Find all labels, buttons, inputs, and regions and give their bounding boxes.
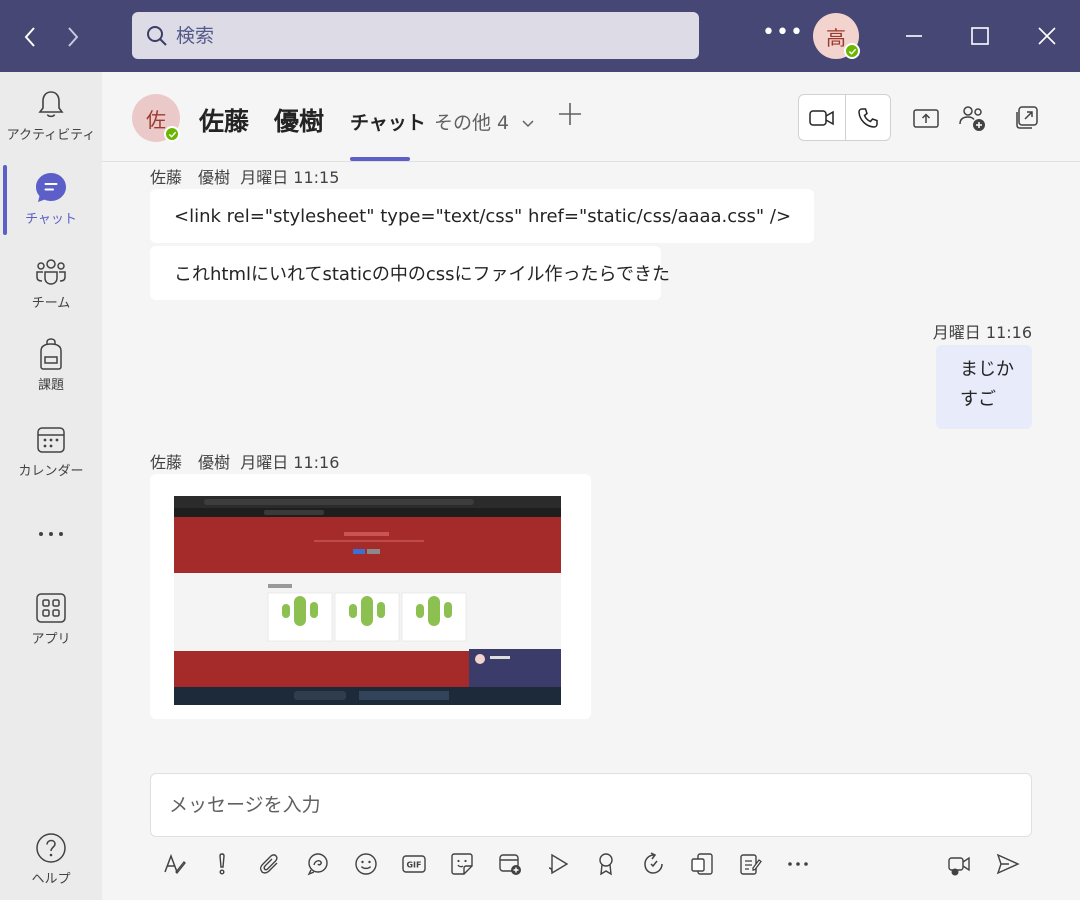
rail-item-help[interactable]: ヘルプ — [0, 830, 102, 887]
chat-header: 佐 佐藤 優樹 チャット その他 4 — [102, 72, 1080, 162]
rail-label-activity: アクティビティ — [6, 128, 96, 143]
title-bar: ••• 高 — [0, 0, 1080, 72]
loop-component-icon[interactable] — [302, 849, 334, 879]
message-sender-line: 佐藤 優樹 月曜日 11:16 — [150, 449, 339, 473]
rail-label-calendar: カレンダー — [18, 464, 84, 479]
peer-avatar-initial: 佐 — [146, 107, 166, 132]
help-icon — [36, 833, 66, 863]
calendar-icon — [37, 427, 65, 453]
minimize-button[interactable] — [896, 18, 932, 54]
presence-available-icon — [844, 43, 860, 59]
tab-more-label: その他 4 — [434, 112, 510, 134]
important-icon[interactable] — [206, 849, 238, 879]
my-message-line: まじか — [960, 359, 1014, 380]
attach-file-icon[interactable] — [254, 849, 286, 879]
forms-icon[interactable] — [734, 849, 766, 879]
back-arrow-icon[interactable] — [15, 22, 45, 52]
screenshot-thumbnail — [174, 496, 561, 705]
format-icon[interactable] — [158, 849, 190, 879]
message-time: 月曜日 11:15 — [240, 168, 340, 187]
message-time: 月曜日 11:16 — [240, 453, 340, 472]
tab-more-dropdown[interactable]: その他 4 — [434, 108, 535, 135]
rail-more-apps-icon[interactable] — [0, 516, 102, 552]
video-call-button[interactable] — [799, 95, 845, 140]
pop-out-chat-icon[interactable] — [1010, 102, 1042, 134]
sender-name: 佐藤 優樹 — [150, 168, 231, 187]
message-bubble[interactable]: これhtmlにいれてstaticの中のcssにファイル作ったらできた — [150, 246, 670, 300]
compose-box[interactable] — [150, 773, 1032, 837]
message-sender-line: 佐藤 優樹 月曜日 11:15 — [150, 164, 339, 188]
chevron-down-icon — [522, 120, 534, 128]
search-input[interactable] — [176, 24, 656, 47]
rail-item-apps[interactable]: アプリ — [0, 590, 102, 647]
updates-icon[interactable] — [638, 849, 670, 879]
tab-active-underline — [350, 157, 410, 161]
plus-icon — [559, 103, 581, 125]
stream-icon[interactable] — [542, 849, 574, 879]
share-screen-icon[interactable] — [910, 102, 942, 134]
screenshot-image[interactable] — [174, 496, 561, 705]
message-bubble[interactable]: <link rel="stylesheet" type="text/css" h… — [150, 189, 814, 243]
peer-avatar[interactable]: 佐 — [132, 94, 180, 142]
send-icon[interactable] — [992, 849, 1024, 879]
peer-name: 佐藤 優樹 — [199, 107, 325, 136]
chat-icon — [36, 173, 66, 202]
maximize-button[interactable] — [962, 18, 998, 54]
my-message-line: すご — [960, 389, 996, 410]
praise-icon[interactable] — [590, 849, 622, 879]
my-avatar-initial: 高 — [826, 25, 846, 50]
rail-item-assignments[interactable]: 課題 — [0, 336, 102, 393]
onenote-icon[interactable] — [686, 849, 718, 879]
schedule-meeting-icon[interactable] — [494, 849, 526, 879]
chat-pane: 佐 佐藤 優樹 チャット その他 4 佐藤 優樹 月曜日 11:15 <link… — [102, 72, 1080, 900]
rail-label-chat: チャット — [25, 212, 77, 227]
rail-label-help: ヘルプ — [31, 872, 71, 887]
message-input[interactable] — [151, 774, 1031, 836]
rail-item-chat[interactable]: チャット — [0, 170, 102, 227]
my-message-time: 月曜日 11:16 — [932, 323, 1032, 342]
tab-chat[interactable]: チャット — [350, 108, 426, 135]
sender-name: 佐藤 優樹 — [150, 453, 231, 472]
rail-item-activity[interactable]: アクティビティ — [0, 86, 102, 143]
svg-text:GIF: GIF — [406, 861, 421, 870]
apps-icon — [36, 593, 66, 623]
presence-available-icon — [164, 126, 180, 142]
audio-call-button[interactable] — [844, 95, 891, 140]
backpack-icon — [40, 338, 62, 370]
my-message-bubble[interactable]: まじか すご — [936, 345, 1032, 429]
rail-label-apps: アプリ — [31, 632, 71, 647]
emoji-icon[interactable] — [350, 849, 382, 879]
forward-arrow-icon[interactable] — [58, 22, 88, 52]
search-box[interactable] — [132, 12, 699, 59]
sticker-icon[interactable] — [446, 849, 478, 879]
rail-item-calendar[interactable]: カレンダー — [0, 422, 102, 479]
add-people-icon[interactable] — [956, 102, 988, 134]
image-message-card — [150, 474, 591, 719]
rail-label-assignments: 課題 — [37, 378, 64, 393]
my-avatar[interactable]: 高 — [813, 13, 860, 59]
app-bar: アクティビティ チャット チーム 課題 カレンダー アプリ ヘルプ — [0, 72, 102, 900]
bell-icon — [38, 91, 64, 118]
rail-label-teams: チーム — [31, 296, 71, 311]
video-camera-icon — [809, 109, 834, 126]
teams-icon — [36, 259, 66, 285]
call-buttons — [798, 94, 891, 141]
add-tab-button[interactable] — [557, 100, 583, 135]
search-icon — [147, 25, 167, 46]
more-options-icon[interactable] — [782, 849, 814, 879]
close-button[interactable] — [1029, 18, 1065, 54]
phone-icon — [857, 107, 878, 128]
rail-item-teams[interactable]: チーム — [0, 254, 102, 311]
more-options-icon[interactable]: ••• — [762, 20, 804, 45]
meet-now-icon[interactable] — [944, 849, 976, 879]
gif-icon[interactable]: GIF — [398, 849, 430, 879]
